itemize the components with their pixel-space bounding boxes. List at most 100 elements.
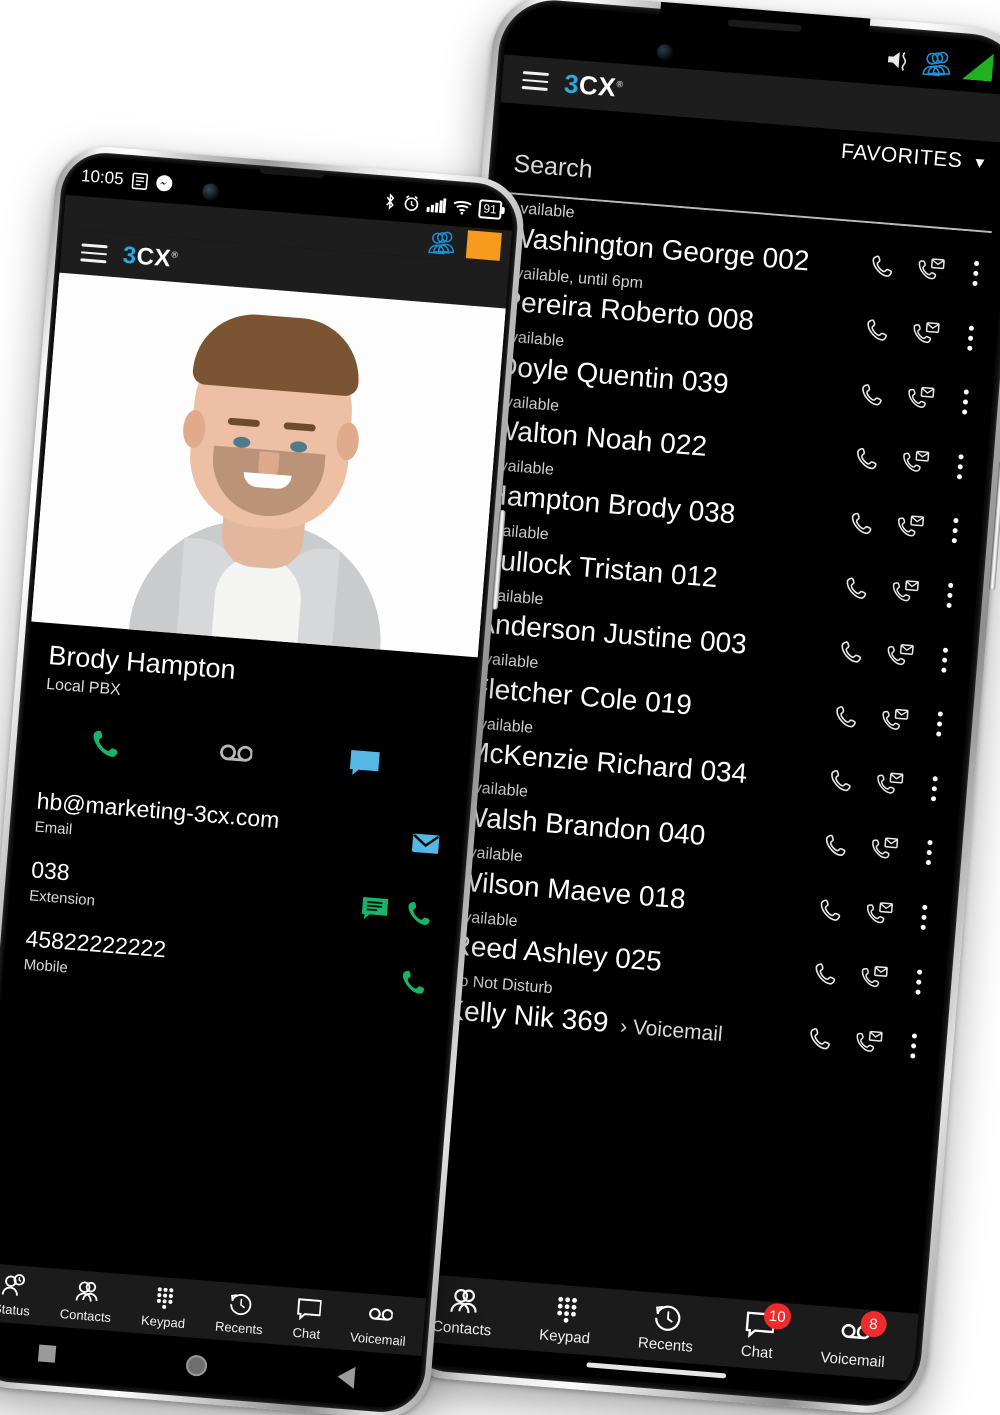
tab-label: Recents [214,1318,264,1338]
phone-call-icon[interactable] [848,509,878,539]
phone-call-icon[interactable] [832,702,862,732]
phone-call-icon[interactable] [806,1024,836,1054]
contact-row-actions[interactable] [837,637,972,680]
contacts-presence-icon[interactable] [426,228,458,256]
quick-action-voicemail[interactable] [169,733,301,782]
recents-square-icon[interactable] [37,1343,56,1363]
more-vertical-icon[interactable] [964,260,987,287]
phone-call-icon[interactable] [853,444,883,474]
phone-call-icon[interactable] [863,315,893,345]
contact-photo [31,272,506,658]
more-vertical-icon[interactable] [944,518,967,545]
call-voicemail-icon[interactable] [859,963,889,993]
tab-contacts[interactable]: Contacts [59,1276,114,1325]
tab-voicemail[interactable]: 8 Voicemail [819,1310,888,1372]
phone-call-icon[interactable] [869,251,899,281]
home-indicator[interactable] [586,1362,727,1379]
contact-field-email[interactable]: hb@marketing-3cx.com Email [34,787,465,870]
call-voicemail-icon[interactable] [901,448,931,478]
contact-field-actions[interactable] [409,829,442,868]
more-vertical-icon[interactable] [959,325,982,352]
tab-chat[interactable]: Chat [292,1295,323,1342]
wifi-icon [453,200,472,215]
contact-field-text: hb@marketing-3cx.com Email [34,787,280,855]
call-voicemail-icon[interactable] [875,770,905,800]
contacts-presence-icon[interactable] [921,48,953,78]
tab-contacts[interactable]: Contacts [432,1284,495,1339]
call-voicemail-icon[interactable] [896,512,926,542]
tab-recents[interactable]: Recents [637,1300,696,1356]
call-voicemail-icon[interactable] [911,319,941,349]
logo-registered-mark: ® [616,78,624,90]
email-icon[interactable] [409,829,442,866]
message-icon[interactable] [358,894,391,931]
contact-row-actions[interactable] [853,444,988,487]
forward-destination: › Voicemail [619,1014,724,1046]
contact-field-mobile[interactable]: 45822222222 Mobile [23,924,454,1007]
tab-label: Recents [637,1334,694,1356]
contact-field-actions[interactable] [398,966,431,1005]
quick-actions-row[interactable] [40,722,470,795]
contact-row-actions[interactable] [816,895,951,938]
call-voicemail-icon[interactable] [865,899,895,929]
tab-voicemail[interactable]: Voicemail [349,1299,408,1349]
more-vertical-icon[interactable] [949,453,972,480]
contact-row-actions[interactable] [806,1024,941,1067]
tab-label: Chat [292,1324,321,1342]
contact-row-actions[interactable] [858,380,993,423]
status-badge[interactable] [465,230,502,261]
favorites-label: FAVORITES [840,139,964,173]
call-voicemail-icon[interactable] [885,641,915,671]
contact-row-actions[interactable] [811,959,946,1002]
back-triangle-icon[interactable] [336,1365,355,1389]
more-vertical-icon[interactable] [902,1033,925,1060]
call-voicemail-icon[interactable] [890,577,920,607]
phone-call-icon[interactable] [858,380,888,410]
call-voicemail-icon[interactable] [854,1028,884,1058]
more-vertical-icon[interactable] [923,775,946,802]
contact-row-actions[interactable] [832,702,967,745]
more-vertical-icon[interactable] [938,582,961,609]
tab-status[interactable]: Status [0,1271,33,1319]
more-vertical-icon[interactable] [928,711,951,738]
tab-keypad[interactable]: Keypad [140,1283,188,1331]
quick-action-call[interactable] [40,722,172,771]
phone-call-icon[interactable] [837,637,867,667]
contact-field-actions[interactable] [357,894,436,937]
more-vertical-icon[interactable] [913,904,936,931]
more-vertical-icon[interactable] [954,389,977,416]
more-vertical-icon[interactable] [907,968,930,995]
phone-call-icon[interactable] [843,573,873,603]
tab-recents[interactable]: Recents [214,1289,265,1338]
contact-row-actions[interactable] [847,509,982,552]
tab-label: Voicemail [819,1348,886,1372]
hamburger-menu-icon[interactable] [521,71,549,91]
tab-chat[interactable]: 10 Chat [740,1302,792,1363]
chevron-down-icon: ▼ [971,153,988,172]
contact-field-extension[interactable]: 038 Extension [29,855,460,938]
quick-action-chat[interactable] [298,743,430,792]
hamburger-menu-icon[interactable] [80,243,108,264]
contact-row-actions[interactable] [827,766,962,809]
phone-call-icon[interactable] [822,831,852,861]
phone-call-icon[interactable] [812,959,842,989]
more-vertical-icon[interactable] [918,840,941,867]
home-circle-icon[interactable] [184,1353,208,1377]
contact-row-actions[interactable] [842,573,977,616]
call-icon[interactable] [398,966,431,1003]
contact-fields: hb@marketing-3cx.com Email 038 Extension… [23,787,465,1007]
contact-row-actions[interactable] [868,251,1000,294]
call-voicemail-icon[interactable] [880,706,910,736]
contact-row-actions[interactable] [863,315,998,358]
call-icon[interactable] [404,897,437,934]
call-voicemail-icon[interactable] [870,834,900,864]
tab-keypad[interactable]: Keypad [539,1292,594,1347]
status-bar-left: 10:05 [80,166,173,193]
call-voicemail-icon[interactable] [916,255,946,285]
phone-call-icon[interactable] [817,895,847,925]
phone-call-icon[interactable] [827,766,857,796]
call-voicemail-icon[interactable] [906,384,936,414]
tab-label: Chat [740,1342,774,1363]
contact-row-actions[interactable] [822,831,957,874]
more-vertical-icon[interactable] [933,647,956,674]
